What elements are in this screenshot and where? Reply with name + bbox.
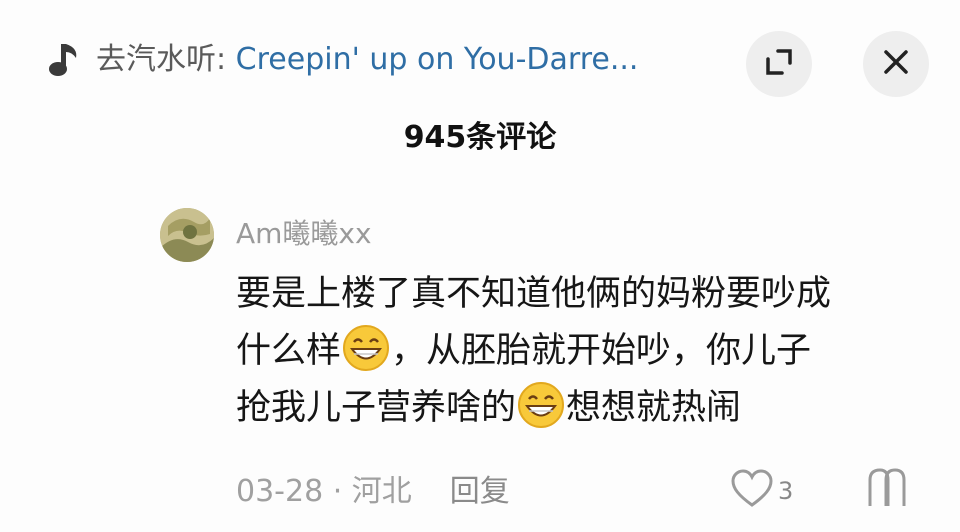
heart-icon [730, 469, 774, 513]
comment-text: 要是上楼了真不知道他俩的妈粉要吵成 什么样 ，从胚胎就开始吵，你儿子 抢我儿子营养… [236, 266, 936, 437]
comment-location: 河北 [351, 474, 412, 509]
comment-line-2-start: 什么样 [236, 331, 342, 371]
comment-line-2-end: ，从胚胎就开始吵，你儿子 [391, 331, 812, 371]
comment-line-3: 抢我儿子营养啥的 想想就热闹 [236, 380, 936, 437]
grin-emoji-icon [342, 324, 390, 372]
dislike-button[interactable] [862, 466, 912, 516]
comment-line-1: 要是上楼了真不知道他俩的妈粉要吵成 [236, 274, 832, 314]
grin-emoji-icon [517, 381, 565, 429]
comment-date: 03-28 [236, 474, 324, 509]
music-banner: 去汽水听: Creepin' up on You-Darre... [0, 0, 960, 120]
comment-line-3-end: 想想就热闹 [566, 388, 742, 428]
comment-line-3-start: 抢我儿子营养啥的 [236, 388, 517, 428]
close-icon [883, 49, 909, 79]
like-button[interactable]: 3 [730, 466, 810, 516]
close-button[interactable] [863, 31, 929, 97]
music-source-prefix: 去汽水听: [96, 42, 236, 77]
comments-count-title: 945条评论 [403, 120, 557, 155]
song-title-link[interactable]: Creepin' up on You-Darre... [236, 42, 639, 77]
dislike-icon [862, 468, 912, 516]
comment-line-2: 什么样 ，从胚胎就开始吵，你儿子 [236, 323, 936, 380]
avatar[interactable] [160, 208, 214, 262]
reply-button[interactable]: 回复 [450, 474, 510, 509]
expand-icon [764, 47, 794, 81]
music-source-link[interactable]: 去汽水听: Creepin' up on You-Darre... [96, 40, 726, 80]
comment-username[interactable]: Am曦曦xx [236, 214, 372, 254]
music-note-icon [44, 40, 84, 80]
expand-button[interactable] [746, 31, 812, 97]
comment-meta: 03-28 · 河北 回复 [236, 470, 510, 514]
like-count: 3 [778, 477, 794, 505]
meta-separator: · [323, 474, 352, 509]
